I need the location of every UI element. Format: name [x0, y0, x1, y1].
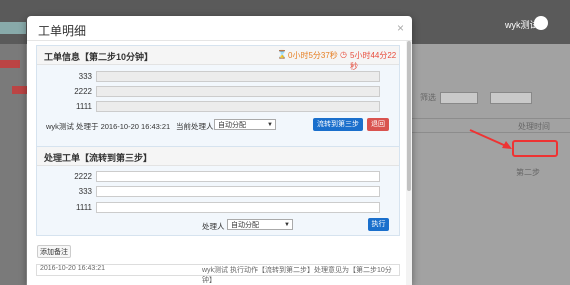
modal-scrollbar[interactable]: [406, 41, 412, 285]
field-label: 2222: [74, 87, 92, 96]
field-label: 1111: [75, 203, 92, 212]
process-order-panel: 处理工单【流转到第三步】 2222 333 1111 处理人 自动分配 ▼ 执行: [36, 146, 400, 236]
field-value: [96, 101, 380, 112]
handler-select[interactable]: 自动分配 ▼: [227, 219, 293, 230]
field-label: 333: [78, 187, 92, 196]
close-icon[interactable]: ×: [397, 21, 404, 35]
input-field[interactable]: [96, 202, 380, 213]
handler-select-value: 自动分配: [218, 122, 246, 129]
sidebar-search: [0, 22, 26, 34]
sidebar-badge: [12, 86, 28, 94]
field-label: 1111: [75, 102, 92, 111]
column-header: 处理时间: [518, 122, 550, 131]
caret-down-icon: ▼: [267, 122, 273, 128]
total-timer: 5小时44分22秒: [350, 51, 397, 71]
panel-header: 工单信息【第二步10分钟】 ⌛ 0小时5分37秒 ◷ 5小时44分22秒: [37, 46, 399, 71]
forward-step-button[interactable]: 流转到第三步: [313, 118, 363, 131]
filter-select[interactable]: [490, 92, 532, 104]
annotation-arrow-icon: [469, 129, 512, 149]
field-label: 333: [78, 72, 92, 81]
panel-title: 处理工单【流转到第三步】: [44, 153, 153, 163]
input-field[interactable]: [96, 171, 380, 182]
user-name[interactable]: wyk测试: [505, 18, 539, 31]
log-time: 2016-10-20 16:43:21: [40, 265, 105, 272]
clock-icon: ◷: [340, 50, 347, 59]
panel-title: 工单信息【第二步10分钟】: [44, 52, 154, 62]
annotation-highlight-box: [512, 140, 558, 157]
work-order-detail-modal: 工单明细 × 工单信息【第二步10分钟】 ⌛ 0小时5分37秒 ◷ 5小时44分…: [27, 16, 412, 285]
handler-select[interactable]: 自动分配 ▼: [214, 119, 276, 130]
main-content-area: [412, 44, 570, 285]
hourglass-icon: ⌛: [277, 50, 287, 59]
input-field[interactable]: [96, 186, 380, 197]
scrollbar-thumb[interactable]: [407, 41, 411, 191]
field-value: [96, 86, 380, 97]
modal-title: 工单明细: [38, 24, 87, 38]
panel-header: 处理工单【流转到第三步】: [37, 147, 399, 166]
handler-select-value: 自动分配: [231, 222, 259, 229]
handler-label: 处理人: [202, 222, 225, 231]
filter-select[interactable]: [440, 92, 478, 104]
field-label: 2222: [74, 172, 92, 181]
log-text: wyk测试 执行动作【流转到第二步】处理意见为【第二步10分钟】: [202, 267, 392, 284]
table-cell: 第二步: [516, 168, 540, 177]
table-divider: [412, 118, 570, 119]
add-note-button[interactable]: 添加备注: [37, 245, 71, 258]
log-entry: 2016-10-20 16:43:21 wyk测试 执行动作【流转到第二步】处理…: [36, 264, 400, 284]
field-value: [96, 71, 380, 82]
order-info-panel: 工单信息【第二步10分钟】 ⌛ 0小时5分37秒 ◷ 5小时44分22秒 333…: [36, 45, 400, 151]
handler-label: 当前处理人: [176, 122, 214, 131]
modal-header: 工单明细 ×: [27, 16, 412, 41]
caret-down-icon: ▼: [284, 222, 290, 228]
sidebar-badge: [0, 60, 20, 68]
processed-meta: wyk测试 处理于 2016-10-20 16:43:21: [46, 122, 171, 131]
step-timer: 0小时5分37秒: [288, 51, 338, 60]
sidebar: [0, 44, 26, 285]
execute-button[interactable]: 执行: [368, 218, 389, 231]
filter-label: 筛选: [420, 93, 436, 102]
return-button[interactable]: 退回: [367, 118, 389, 131]
